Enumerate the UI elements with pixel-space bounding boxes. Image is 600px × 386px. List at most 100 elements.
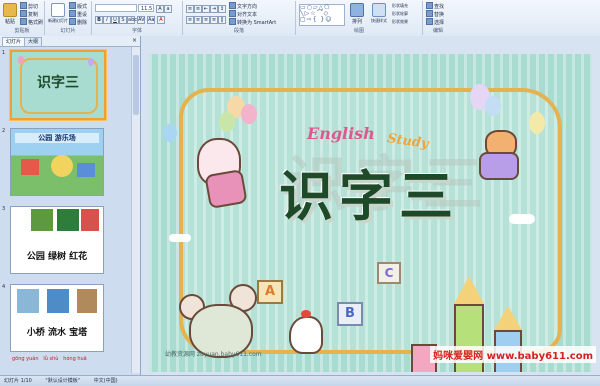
- new-slide-icon: [51, 3, 65, 17]
- font-color-button[interactable]: A: [157, 16, 165, 24]
- bold-button[interactable]: B: [95, 16, 103, 24]
- thumb-title: 识字三: [37, 75, 79, 91]
- smartart-icon: [229, 18, 236, 25]
- columns-button[interactable]: ‖: [218, 16, 226, 24]
- scrollbar-thumb[interactable]: [133, 55, 139, 115]
- font-group: 11.5 A a B I U S abc AV Aa A 字体: [92, 1, 183, 35]
- reset-icon: [69, 10, 76, 17]
- italic-button[interactable]: I: [103, 16, 111, 24]
- slide-thumbnail-1[interactable]: 识字三: [10, 50, 106, 120]
- close-panel-button[interactable]: ×: [132, 37, 137, 45]
- rooster-comb: [301, 310, 311, 318]
- letter-block-b: B: [337, 302, 363, 326]
- thumb-picture: [21, 159, 39, 175]
- font-name-box[interactable]: [95, 4, 137, 12]
- underline-button[interactable]: U: [111, 16, 119, 24]
- slide-number: 4: [2, 284, 6, 290]
- align-right-button[interactable]: ≡: [202, 16, 210, 24]
- select-icon: [426, 18, 433, 25]
- thumb-caption: 公园 游乐场: [15, 133, 99, 143]
- rooster-illustration: [289, 316, 323, 354]
- text-direction-button[interactable]: 文字方向: [229, 2, 257, 10]
- editing-group-label: 编辑: [432, 28, 443, 34]
- slide-number: 1: [2, 50, 6, 56]
- shapes-gallery[interactable]: ▭○▱△⬠ ╲▷☆⌒◇ ▢⇨{ }☺: [299, 4, 345, 26]
- current-slide[interactable]: 识字三 English Study 识字三 C A B 幼教资源网 zuyuan…: [149, 54, 592, 372]
- reset-button[interactable]: 重设: [69, 10, 87, 18]
- balloon-icon: [18, 56, 24, 64]
- letter-block-a: A: [257, 280, 283, 304]
- balloon-icon: [529, 112, 545, 134]
- balloon-icon: [241, 104, 257, 124]
- english-text: English: [307, 124, 375, 143]
- align-center-button[interactable]: ≡: [194, 16, 202, 24]
- shape-fill-button[interactable]: 形状填充: [392, 2, 408, 9]
- layout-button[interactable]: 版式: [69, 2, 87, 10]
- ribbon: 粘贴 剪切 复制 格式刷 剪贴板 新建幻灯片 版式 重设 删除 幻灯片 11.5…: [0, 0, 600, 37]
- paste-icon: [3, 3, 17, 17]
- copy-button[interactable]: 复制: [20, 10, 38, 18]
- pencil-tip: [494, 306, 522, 330]
- slide-editor: 识字三 English Study 识字三 C A B 幼教资源网 zuyuan…: [141, 36, 600, 375]
- thumb-caption: 公园 绿树 红花: [26, 252, 88, 262]
- select-button[interactable]: 选择: [426, 18, 444, 26]
- tab-outline[interactable]: 大纲: [24, 37, 43, 46]
- line-spacing-button[interactable]: ↕: [218, 5, 226, 13]
- paste-button[interactable]: 粘贴: [2, 3, 18, 25]
- replace-icon: [426, 10, 433, 17]
- shape-outline-button[interactable]: 形状轮廓: [392, 10, 408, 17]
- cut-button[interactable]: 剪切: [20, 2, 38, 10]
- thumbnail-partial: gōng yuán lǜ shù hóng huā: [12, 356, 87, 362]
- slide-thumbnail-3[interactable]: 公园 绿树 红花: [10, 206, 104, 274]
- quick-styles-icon: [372, 3, 386, 17]
- delete-icon: [69, 18, 76, 25]
- panel-scrollbar[interactable]: [131, 47, 140, 373]
- find-button[interactable]: 查找: [426, 2, 444, 10]
- find-icon: [426, 2, 433, 9]
- thumb-picture: [77, 289, 97, 313]
- justify-button[interactable]: ≡: [210, 16, 218, 24]
- font-size-box[interactable]: 11.5: [138, 4, 154, 12]
- shadow-button[interactable]: S: [119, 16, 127, 24]
- decrease-indent-button[interactable]: ⇤: [202, 5, 210, 13]
- align-left-button[interactable]: ≡: [186, 16, 194, 24]
- increase-indent-button[interactable]: ⇥: [210, 5, 218, 13]
- thumb-picture: [77, 163, 95, 177]
- balloon-icon: [219, 112, 235, 132]
- cloud-icon: [509, 214, 535, 224]
- convert-smartart-button[interactable]: 转换为 SmartArt: [229, 18, 276, 26]
- align-text-icon: [229, 10, 236, 17]
- slides-panel: 幻灯片 大纲 × 1 识字三 2 公园 游乐场 3 公园 绿树 红花 4 小桥 …: [0, 36, 141, 375]
- slide-thumbnail-2[interactable]: 公园 游乐场: [10, 128, 104, 196]
- change-case-button[interactable]: Aa: [147, 16, 155, 24]
- tab-slides[interactable]: 幻灯片: [2, 37, 26, 46]
- slides-group-label: 幻灯片: [60, 28, 76, 34]
- slide-thumbnail-4[interactable]: 小桥 流水 宝塔: [10, 284, 104, 352]
- delete-slide-button[interactable]: 删除: [69, 18, 87, 26]
- numbering-button[interactable]: ≡: [194, 5, 202, 13]
- thumb-picture: [47, 289, 69, 313]
- drawing-group: ▭○▱△⬠ ╲▷☆⌒◇ ▢⇨{ }☺ 排列 快速样式 形状填充 形状轮廓 形状效果 …: [296, 1, 423, 35]
- slide-title[interactable]: 识字三: [239, 152, 499, 231]
- new-slide-button[interactable]: 新建幻灯片: [48, 3, 68, 24]
- status-bar: 幻灯片 1/10 "默认设计模板" 中文(中国): [0, 375, 600, 386]
- strikethrough-button[interactable]: abc: [127, 16, 137, 24]
- thumb-picture: [31, 209, 53, 231]
- arrange-icon: [350, 3, 364, 17]
- format-painter-button[interactable]: 格式刷: [20, 18, 43, 26]
- arrange-button[interactable]: 排列: [348, 3, 366, 25]
- align-text-button[interactable]: 对齐文本: [229, 10, 257, 18]
- char-spacing-button[interactable]: AV: [137, 16, 145, 24]
- replace-button[interactable]: 替换: [426, 10, 444, 18]
- shape-effects-button[interactable]: 形状效果: [392, 18, 408, 25]
- bullets-button[interactable]: ≡: [186, 5, 194, 13]
- paragraph-group: ≡ ≡ ⇤ ⇥ ↕ ≡ ≡ ≡ ≡ ‖ 文字方向 对齐文本 转换为 SmartA…: [183, 1, 296, 35]
- language-indicator[interactable]: 中文(中国): [94, 378, 118, 384]
- shrink-font-button[interactable]: a: [164, 5, 172, 13]
- grow-font-button[interactable]: A: [156, 5, 164, 13]
- credit-text: 幼教资源网 zuyuan.baby611.com: [165, 351, 262, 358]
- letter-block-c: C: [377, 262, 401, 284]
- layout-icon: [69, 2, 76, 9]
- text-direction-icon: [229, 2, 236, 9]
- quick-styles-button[interactable]: 快速样式: [368, 3, 390, 24]
